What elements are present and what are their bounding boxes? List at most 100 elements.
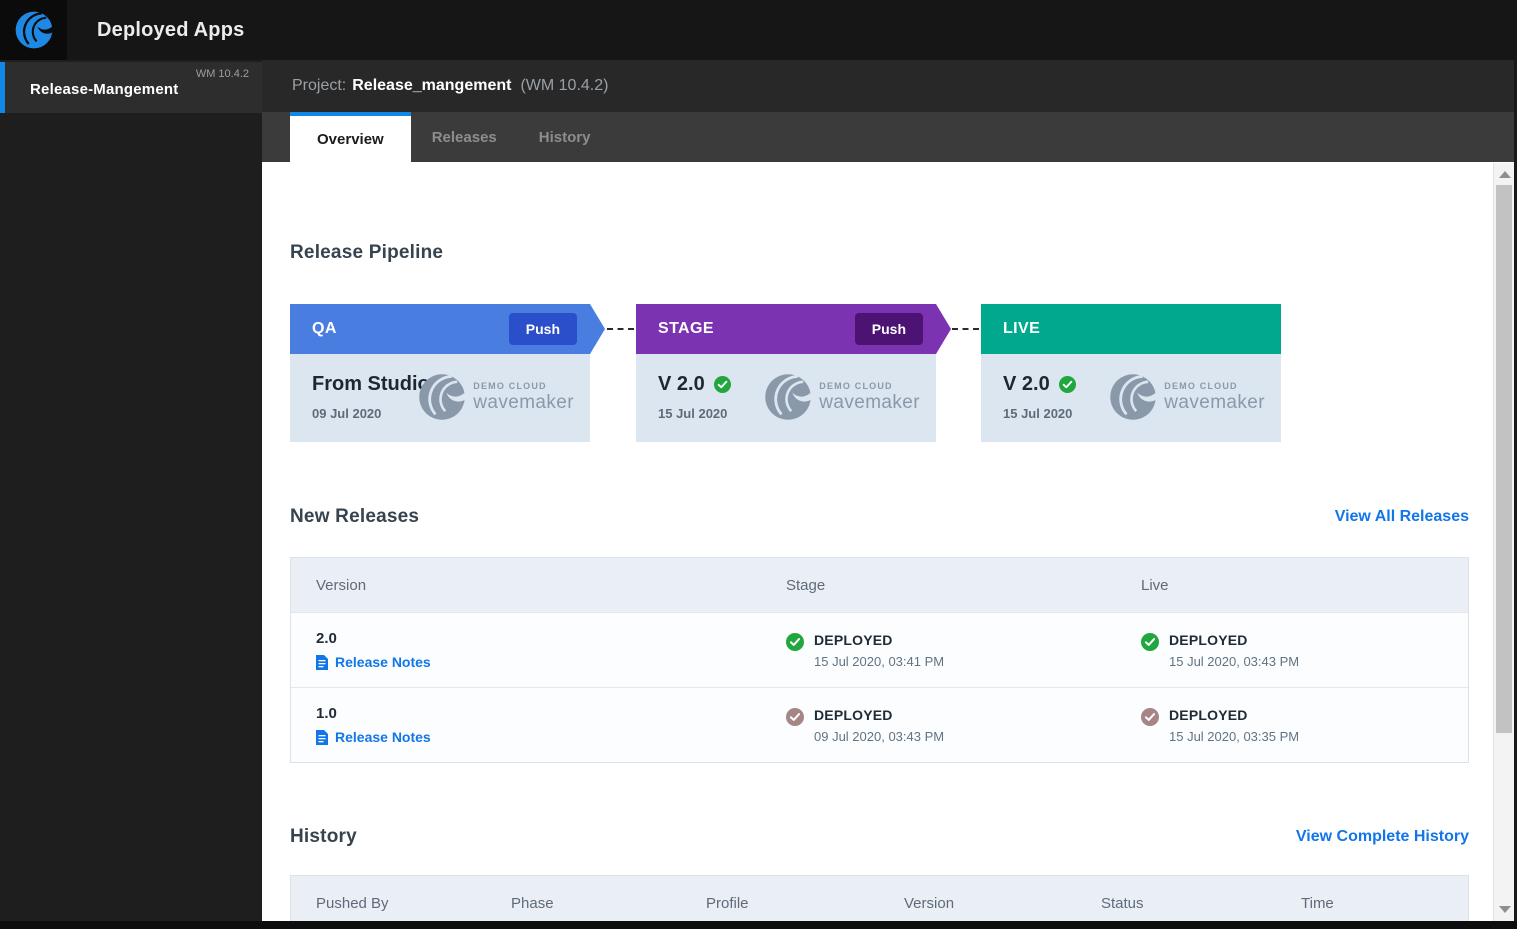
project-header: Project: Release_mangement (WM 10.4.2) bbox=[262, 60, 1517, 112]
column-profile: Profile bbox=[706, 894, 749, 912]
live-version-label: V 2.0 bbox=[1003, 373, 1050, 395]
qa-cloud-logo: DEMO CLOUD wavemaker bbox=[416, 371, 574, 423]
wavemaker-label: wavemaker bbox=[1164, 391, 1265, 413]
stage-status-cell: DEPLOYED 15 Jul 2020, 03:41 PM bbox=[786, 632, 1141, 669]
demo-cloud-label: DEMO CLOUD bbox=[1164, 380, 1238, 391]
status-label: DEPLOYED bbox=[1169, 631, 1248, 648]
sidebar: WM 10.4.2 Release-Mangement bbox=[0, 60, 262, 929]
sidebar-item-version: WM 10.4.2 bbox=[195, 68, 249, 80]
tab-overview[interactable]: Overview bbox=[290, 112, 411, 162]
qa-stage-body: From Studio 09 Jul 2020 DEMO CLOUD wavem… bbox=[290, 354, 590, 442]
deployed-check-icon-muted bbox=[1141, 707, 1159, 726]
wavemaker-logo bbox=[0, 0, 67, 60]
status-time: 15 Jul 2020, 03:43 PM bbox=[1169, 653, 1300, 669]
view-complete-history-link[interactable]: View Complete History bbox=[1296, 828, 1469, 846]
version-number: 2.0 bbox=[316, 630, 337, 647]
document-icon bbox=[316, 729, 328, 745]
stage-cloud-logo: DEMO CLOUD wavemaker bbox=[762, 371, 920, 423]
qa-stage-name: QA bbox=[312, 320, 337, 337]
wavemaker-cloud-icon bbox=[419, 374, 467, 420]
column-pushed-by: Pushed By bbox=[316, 894, 389, 912]
pipeline-stage-qa: QA Push From Studio 09 Jul 2020 DEMO CLO… bbox=[290, 304, 605, 442]
wavemaker-label: wavemaker bbox=[473, 391, 574, 413]
column-live: Live bbox=[1141, 576, 1169, 594]
stage-deploy-date: 15 Jul 2020 bbox=[658, 406, 728, 421]
column-time: Time bbox=[1301, 894, 1334, 912]
live-cloud-logo: DEMO CLOUD wavemaker bbox=[1107, 371, 1265, 423]
wavemaker-cloud-icon bbox=[765, 374, 813, 420]
new-releases-table: Version Stage Live 2.0 Release Notes DEP… bbox=[290, 557, 1469, 763]
qa-push-button[interactable]: Push bbox=[508, 313, 577, 345]
demo-cloud-label: DEMO CLOUD bbox=[473, 380, 547, 391]
overview-content: Release Pipeline QA Push From Studio 09 … bbox=[262, 162, 1517, 929]
version-cell: 1.0 Release Notes bbox=[316, 705, 786, 745]
wavemaker-cloud-icon bbox=[1110, 374, 1158, 420]
main-panel: Project: Release_mangement (WM 10.4.2) O… bbox=[262, 60, 1517, 929]
table-row: 1.0 Release Notes DEPLOYED 09 Jul 2020, … bbox=[291, 687, 1468, 762]
pipeline-connector-stage-live bbox=[952, 328, 979, 330]
demo-cloud-label: DEMO CLOUD bbox=[819, 380, 893, 391]
tab-history[interactable]: History bbox=[518, 112, 612, 162]
window-bottom-border bbox=[0, 921, 1517, 929]
new-releases-heading: New Releases bbox=[290, 506, 420, 527]
stage-push-button[interactable]: Push bbox=[854, 313, 923, 345]
live-deploy-date: 15 Jul 2020 bbox=[1003, 406, 1073, 421]
scroll-down-arrow-icon[interactable] bbox=[1499, 906, 1511, 913]
wavemaker-label: wavemaker bbox=[819, 391, 920, 413]
deployed-check-icon bbox=[1141, 632, 1159, 651]
live-status-cell: DEPLOYED 15 Jul 2020, 03:43 PM bbox=[1141, 632, 1468, 669]
stage-stage-header: STAGE Push bbox=[636, 304, 951, 354]
status-time: 09 Jul 2020, 03:43 PM bbox=[814, 728, 945, 744]
release-pipeline: QA Push From Studio 09 Jul 2020 DEMO CLO… bbox=[290, 304, 1290, 442]
release-notes-link[interactable]: Release Notes bbox=[316, 654, 786, 670]
project-version: (WM 10.4.2) bbox=[520, 77, 609, 94]
status-label: DEPLOYED bbox=[814, 631, 893, 648]
stage-stage-name: STAGE bbox=[658, 320, 714, 337]
stage-version-label: V 2.0 bbox=[658, 373, 705, 395]
scroll-up-arrow-icon[interactable] bbox=[1499, 171, 1511, 178]
live-stage-body: V 2.0 15 Jul 2020 DEMO CLOUD wavemaker bbox=[981, 354, 1281, 442]
project-label: Project: bbox=[292, 77, 347, 94]
qa-deploy-date: 09 Jul 2020 bbox=[312, 406, 382, 421]
column-status: Status bbox=[1101, 894, 1144, 912]
qa-version-label: From Studio bbox=[312, 373, 430, 395]
deployed-check-icon-muted bbox=[786, 707, 804, 726]
column-phase: Phase bbox=[511, 894, 554, 912]
live-stage-name: LIVE bbox=[1003, 320, 1041, 337]
view-all-releases-link[interactable]: View All Releases bbox=[1335, 508, 1469, 526]
release-notes-link[interactable]: Release Notes bbox=[316, 729, 786, 745]
status-label: DEPLOYED bbox=[814, 706, 893, 723]
status-label: DEPLOYED bbox=[1169, 706, 1248, 723]
version-cell: 2.0 Release Notes bbox=[316, 630, 786, 670]
pipeline-stage-live: LIVE V 2.0 15 Jul 2020 DEMO CLOUD wavema… bbox=[981, 304, 1281, 442]
tab-bar: Overview Releases History bbox=[262, 112, 1517, 162]
version-number: 1.0 bbox=[316, 705, 337, 722]
project-name: Release_mangement bbox=[352, 77, 512, 94]
scrollbar-thumb[interactable] bbox=[1496, 185, 1512, 733]
pipeline-stage-stage: STAGE Push V 2.0 15 Jul 2020 DEMO CLOUD … bbox=[636, 304, 951, 442]
status-time: 15 Jul 2020, 03:41 PM bbox=[814, 653, 945, 669]
live-status-cell: DEPLOYED 15 Jul 2020, 03:35 PM bbox=[1141, 707, 1468, 744]
topbar: Deployed Apps bbox=[0, 0, 1517, 60]
deployed-check-icon bbox=[786, 632, 804, 651]
live-stage-header: LIVE bbox=[981, 304, 1281, 354]
app-title: Deployed Apps bbox=[97, 18, 245, 41]
vertical-scrollbar[interactable] bbox=[1493, 163, 1514, 921]
column-version: Version bbox=[904, 894, 955, 912]
tab-releases[interactable]: Releases bbox=[411, 112, 518, 162]
status-time: 15 Jul 2020, 03:35 PM bbox=[1169, 728, 1300, 744]
stage-status-cell: DEPLOYED 09 Jul 2020, 03:43 PM bbox=[786, 707, 1141, 744]
column-stage: Stage bbox=[786, 576, 826, 594]
qa-stage-header: QA Push bbox=[290, 304, 605, 354]
history-heading: History bbox=[290, 826, 357, 847]
success-check-icon bbox=[1058, 376, 1076, 393]
stage-stage-body: V 2.0 15 Jul 2020 DEMO CLOUD wavemaker bbox=[636, 354, 936, 442]
table-row: 2.0 Release Notes DEPLOYED 15 Jul 2020, … bbox=[291, 612, 1468, 687]
new-releases-table-header: Version Stage Live bbox=[291, 558, 1468, 612]
document-icon bbox=[316, 654, 328, 670]
sidebar-item-label: Release-Mangement bbox=[30, 81, 179, 98]
release-pipeline-heading: Release Pipeline bbox=[290, 242, 444, 263]
sidebar-item-release-management[interactable]: WM 10.4.2 Release-Mangement bbox=[0, 62, 262, 113]
app-window: Deployed Apps WM 10.4.2 Release-Mangemen… bbox=[0, 0, 1517, 929]
wavemaker-logo-icon bbox=[15, 11, 53, 49]
